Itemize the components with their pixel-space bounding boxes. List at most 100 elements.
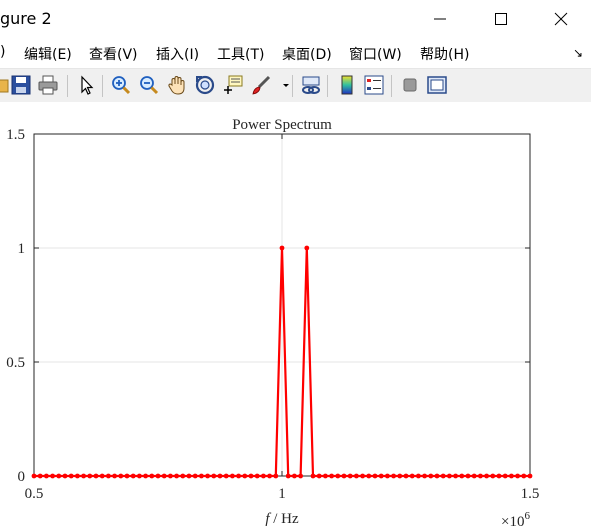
spectrum-point xyxy=(366,473,372,479)
zoom-out-button[interactable] xyxy=(138,74,160,96)
spectrum-point xyxy=(372,473,378,479)
spectrum-point xyxy=(478,473,483,479)
edit-plot-button[interactable] xyxy=(76,74,98,96)
link-plot-button[interactable] xyxy=(300,74,322,96)
spectrum-point xyxy=(99,473,105,479)
toolbar-separator xyxy=(67,75,68,97)
chart-title: Power Spectrum xyxy=(232,117,332,133)
spectrum-point xyxy=(521,473,527,479)
menu-item-desktop[interactable]: 桌面(D) xyxy=(282,44,332,64)
hide-tools-icon xyxy=(403,78,417,92)
menu-item-edit[interactable]: 编辑(E) xyxy=(24,44,72,64)
spectrum-point xyxy=(112,473,117,479)
show-tools-icon xyxy=(427,76,447,94)
spectrum-point xyxy=(354,473,359,479)
spectrum-point xyxy=(62,473,68,479)
zoom-in-button[interactable] xyxy=(110,74,132,96)
spectrum-point xyxy=(453,473,458,479)
rotate-icon xyxy=(195,75,215,95)
y-tick-label: 1.5 xyxy=(6,127,25,143)
spectrum-point xyxy=(137,473,142,479)
menu-bar: ) 编辑(E) 查看(V) 插入(I) 工具(T) 桌面(D) 窗口(W) 帮助… xyxy=(0,38,591,68)
save-icon xyxy=(11,75,31,95)
maximize-icon xyxy=(495,13,507,25)
x-tick-label: 1.5 xyxy=(521,486,540,502)
spectrum-point xyxy=(248,473,254,479)
spectrum-point xyxy=(471,473,477,479)
menu-item-insert[interactable]: 插入(I) xyxy=(156,44,199,64)
spectrum-point xyxy=(434,473,440,479)
spectrum-point xyxy=(180,473,186,479)
spectrum-point xyxy=(205,473,211,479)
close-button[interactable] xyxy=(538,0,584,38)
toolbar-separator xyxy=(102,75,103,97)
open-file-button[interactable] xyxy=(0,74,10,96)
hand-icon xyxy=(168,75,185,95)
insert-colorbar-button[interactable] xyxy=(336,74,358,96)
menu-item-window[interactable]: 窗口(W) xyxy=(349,44,402,64)
spectrum-point xyxy=(378,473,384,479)
spectrum-point xyxy=(124,473,130,479)
spectrum-point xyxy=(329,473,334,479)
x-tick-label: 1 xyxy=(278,486,286,502)
brush-button[interactable] xyxy=(250,74,272,96)
menu-overflow-icon[interactable]: ↘ xyxy=(573,46,583,60)
spectrum-point xyxy=(360,473,365,479)
menu-item-view[interactable]: 查看(V) xyxy=(89,44,138,64)
menu-item-file[interactable]: ) xyxy=(0,44,5,60)
window-title: gure 2 xyxy=(0,9,52,28)
spectrum-point xyxy=(192,473,198,479)
printer-icon xyxy=(38,75,58,95)
link-plot-icon xyxy=(302,76,320,94)
spectrum-point xyxy=(509,473,514,479)
hide-plot-tools-button[interactable] xyxy=(399,74,421,96)
spectrum-point xyxy=(403,473,409,479)
spectrum-point xyxy=(416,473,421,479)
spectrum-point xyxy=(31,473,37,479)
colorbar-icon xyxy=(341,75,353,95)
y-tick-label: 0 xyxy=(18,469,26,485)
spectrum-point xyxy=(75,473,80,479)
spectrum-point xyxy=(273,473,279,479)
spectrum-point xyxy=(279,245,285,251)
brush-dropdown[interactable] xyxy=(275,74,289,96)
spectrum-point xyxy=(465,473,471,479)
spectrum-point xyxy=(502,473,508,479)
spectrum-point xyxy=(409,473,415,479)
insert-legend-button[interactable] xyxy=(363,74,385,96)
y-tick-label: 1 xyxy=(18,241,26,257)
spectrum-point xyxy=(44,473,49,479)
toolbar-separator xyxy=(327,75,328,97)
figure-canvas: 0.5 1 1.5 0 0.5 1 1.5 Power Spectrum f / Hz ×106 xyxy=(0,102,591,530)
menu-item-tools[interactable]: 工具(T) xyxy=(217,44,264,64)
zoom-in-icon xyxy=(112,76,131,95)
spectrum-point xyxy=(422,473,427,479)
spectrum-point xyxy=(298,473,303,479)
spectrum-point xyxy=(341,473,347,479)
folder-icon xyxy=(0,79,9,93)
rotate-3d-button[interactable] xyxy=(194,74,216,96)
spectrum-point xyxy=(347,473,353,479)
arrow-pointer-icon xyxy=(81,75,94,95)
spectrum-point xyxy=(397,473,403,479)
minimize-button[interactable] xyxy=(417,0,463,38)
spectrum-point xyxy=(285,473,291,479)
show-plot-tools-button[interactable] xyxy=(426,74,448,96)
spectrum-point xyxy=(223,473,229,479)
maximize-button[interactable] xyxy=(478,0,524,38)
pan-button[interactable] xyxy=(166,74,188,96)
spectrum-point xyxy=(428,473,434,479)
menu-item-help[interactable]: 帮助(H) xyxy=(420,44,469,64)
print-figure-button[interactable] xyxy=(37,74,59,96)
power-spectrum-plot[interactable]: 0.5 1 1.500.511.5Power Spectrumf / Hz ×106 xyxy=(0,102,591,530)
spectrum-point xyxy=(161,473,167,479)
spectrum-point xyxy=(230,473,235,479)
save-figure-button[interactable] xyxy=(10,74,32,96)
minimize-icon xyxy=(434,18,446,20)
x-tick-label: 0.5 xyxy=(25,486,44,502)
spectrum-point xyxy=(527,473,533,479)
title-bar: gure 2 xyxy=(0,0,591,38)
data-cursor-button[interactable] xyxy=(222,74,244,96)
spectrum-point xyxy=(236,473,242,479)
toolbar-separator xyxy=(391,75,392,97)
